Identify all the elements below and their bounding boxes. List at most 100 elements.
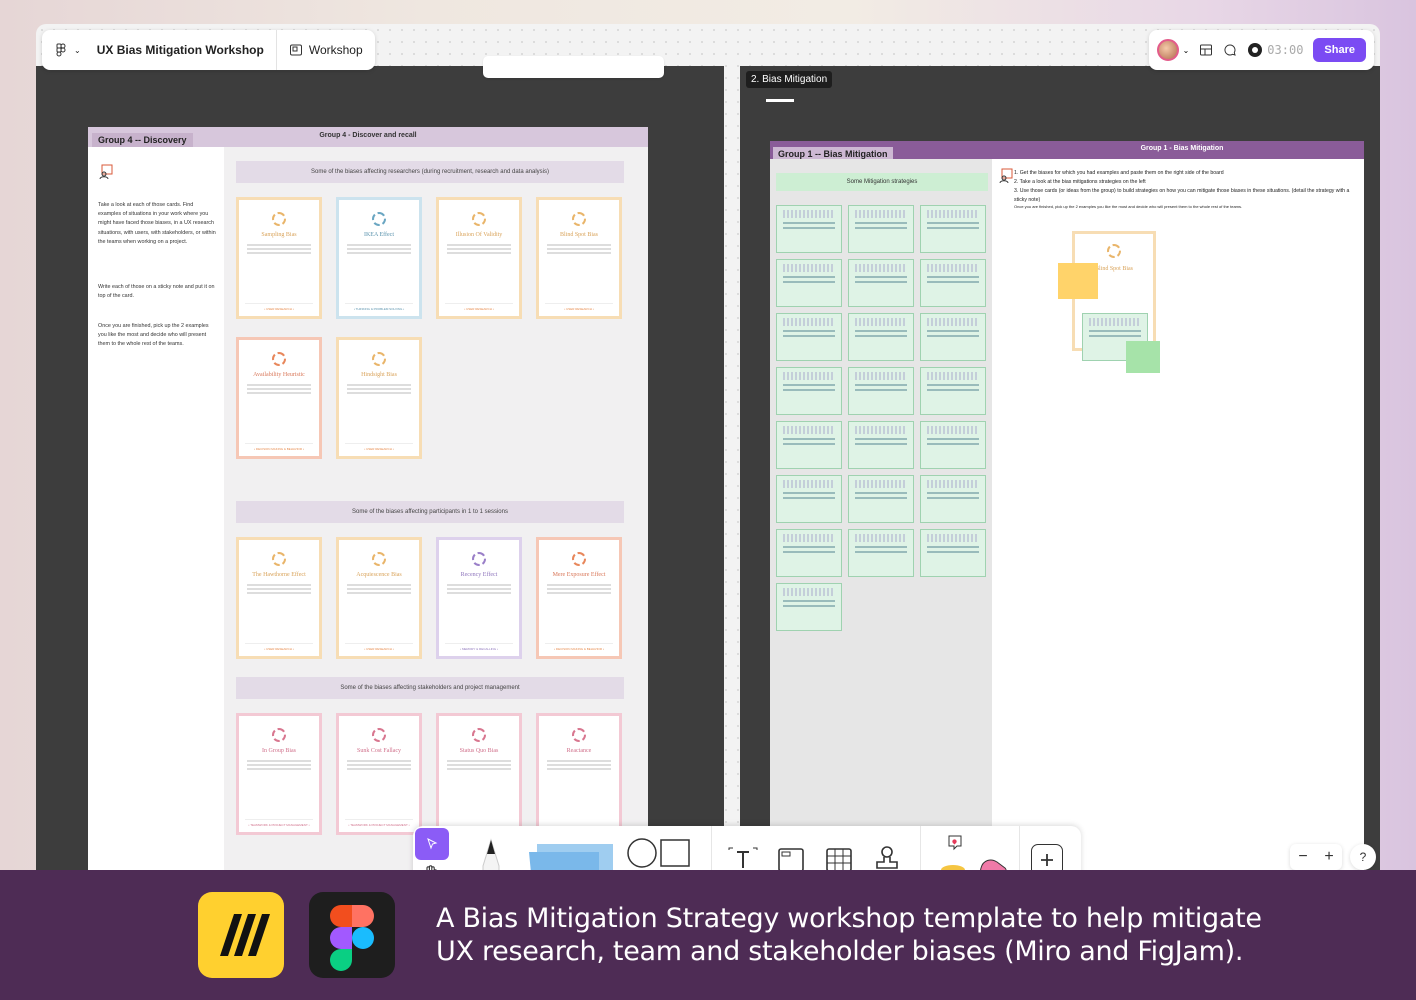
comment-icon[interactable] bbox=[1223, 43, 1237, 57]
select-tool[interactable] bbox=[415, 828, 449, 860]
strategy-card[interactable] bbox=[776, 313, 842, 361]
strategy-card[interactable] bbox=[848, 313, 914, 361]
strategy-card[interactable] bbox=[776, 475, 842, 523]
table-tool-icon[interactable] bbox=[825, 846, 853, 870]
strategy-card[interactable] bbox=[848, 421, 914, 469]
card-title: Sampling Bias bbox=[261, 232, 297, 238]
strategy-card[interactable] bbox=[776, 259, 842, 307]
bias-card[interactable]: Availability Heuristic • DECISION MAKING … bbox=[236, 337, 322, 459]
timer[interactable]: 03:00 bbox=[1247, 42, 1303, 58]
strategy-card[interactable] bbox=[776, 367, 842, 415]
sticky-note-tool-icon[interactable] bbox=[523, 838, 615, 870]
board-header: Group 1 -- Bias Mitigation Group 1 - Bia… bbox=[770, 141, 1364, 161]
strategies-panel: Some Mitigation strategies bbox=[770, 159, 992, 870]
strategy-card[interactable] bbox=[776, 205, 842, 253]
board-bias-mitigation[interactable]: Group 1 -- Bias Mitigation Group 1 - Bia… bbox=[770, 141, 1364, 870]
bias-icon bbox=[472, 552, 486, 566]
bias-icon bbox=[272, 728, 286, 742]
bias-card[interactable]: The Hawthorne Effect • USER RESEARCH • bbox=[236, 537, 322, 659]
frame-label[interactable]: 2. Bias Mitigation bbox=[746, 71, 833, 88]
collapsed-panel[interactable] bbox=[483, 56, 664, 78]
more-tools-button[interactable] bbox=[1031, 844, 1063, 870]
card-title: Sunk Cost Fallacy bbox=[356, 748, 401, 754]
card-title: Mere Exposure Effect bbox=[552, 572, 606, 578]
zoom-in-button[interactable]: + bbox=[1324, 848, 1333, 866]
card-title: Acquiescence Bias bbox=[356, 572, 402, 578]
instruction-step: 1. Get the biases for which you had exam… bbox=[1014, 170, 1224, 176]
strategy-card[interactable] bbox=[920, 529, 986, 577]
strategy-card[interactable] bbox=[920, 421, 986, 469]
help-button[interactable]: ? bbox=[1350, 844, 1376, 870]
file-toolbar: ⌄ UX Bias Mitigation Workshop Workshop bbox=[42, 30, 375, 70]
chevron-down-icon[interactable]: ⌄ bbox=[1183, 46, 1190, 55]
card-title: Availability Heuristic bbox=[253, 372, 305, 378]
bias-card[interactable]: Recency Effect • MEMORY & RECALLING • bbox=[436, 537, 522, 659]
chevron-down-icon: ⌄ bbox=[74, 45, 81, 55]
bias-card[interactable]: Sunk Cost Fallacy • TEAMWORK & PROJECT MA… bbox=[336, 713, 422, 835]
main-menu-button[interactable]: ⌄ bbox=[42, 30, 93, 70]
strategy-card[interactable] bbox=[920, 259, 986, 307]
strategy-card[interactable] bbox=[848, 259, 914, 307]
strategy-card[interactable] bbox=[776, 421, 842, 469]
bias-icon bbox=[272, 212, 286, 226]
workshop-mode-button[interactable]: Workshop bbox=[277, 30, 375, 70]
instruction-step: 3. Use those cards (or ideas from the gr… bbox=[1014, 187, 1350, 203]
avatar[interactable] bbox=[1156, 39, 1179, 61]
strategy-card[interactable] bbox=[776, 583, 842, 631]
strategy-card[interactable] bbox=[920, 205, 986, 253]
instruction-text: Write each of those on a sticky note and… bbox=[98, 284, 215, 300]
bias-icon bbox=[572, 212, 586, 226]
bias-card[interactable]: IKEA Effect • THINKING & PROBLEM SOLVING … bbox=[336, 197, 422, 319]
tagline-line: UX research, team and stakeholder biases… bbox=[436, 936, 1244, 967]
strategy-card[interactable] bbox=[848, 367, 914, 415]
sticky-note[interactable] bbox=[1126, 341, 1160, 373]
bias-card[interactable]: Hindsight Bias • USER RESEARCH • bbox=[336, 337, 422, 459]
text-tool-icon[interactable] bbox=[727, 846, 759, 870]
workshop-icon bbox=[289, 44, 302, 56]
stamp-tool-icon[interactable] bbox=[873, 844, 901, 870]
shapes-tool-icon[interactable] bbox=[625, 836, 695, 870]
bias-icon bbox=[372, 728, 386, 742]
strategy-card[interactable] bbox=[920, 475, 986, 523]
bias-icon bbox=[572, 552, 586, 566]
strategy-card[interactable] bbox=[848, 529, 914, 577]
layout-icon[interactable] bbox=[1199, 43, 1213, 57]
card-title: Status Quo Bias bbox=[459, 748, 499, 754]
bias-card[interactable]: Mere Exposure Effect • DECISION MAKING & … bbox=[536, 537, 622, 659]
bias-icon bbox=[1107, 244, 1121, 258]
board-discovery[interactable]: Group 4 -- Discovery Group 4 - Discover … bbox=[88, 127, 648, 870]
section-tool-icon[interactable] bbox=[777, 846, 805, 870]
bias-card[interactable]: Reactance bbox=[536, 713, 622, 835]
bias-icon bbox=[272, 552, 286, 566]
bias-card[interactable]: In Group Bias • TEAMWORK & PROJECT MANAGE… bbox=[236, 713, 322, 835]
timer-icon bbox=[1248, 43, 1263, 57]
strategy-card[interactable] bbox=[776, 529, 842, 577]
instruction-text: Once you are finished, pick up the 2 exa… bbox=[98, 323, 209, 348]
miro-logo bbox=[198, 892, 284, 978]
miro-icon bbox=[220, 914, 270, 956]
zoom-out-button[interactable]: − bbox=[1298, 848, 1307, 866]
share-button[interactable]: Share bbox=[1313, 38, 1366, 62]
card-title: Hindsight Bias bbox=[361, 372, 397, 378]
stickers-tool-icon[interactable] bbox=[937, 832, 971, 870]
strategy-card[interactable] bbox=[920, 367, 986, 415]
bias-card[interactable]: Acquiescence Bias • USER RESEARCH • bbox=[336, 537, 422, 659]
section-header: Some Mitigation strategies bbox=[776, 173, 988, 191]
bias-card[interactable]: Blind Spot Bias • USER RESEARCH • bbox=[536, 197, 622, 319]
marker-tool-icon[interactable] bbox=[471, 836, 511, 870]
strategy-card[interactable] bbox=[848, 205, 914, 253]
figjam-window: 2. Bias Mitigation ⌄ UX Bias Mitigation … bbox=[36, 24, 1380, 870]
bias-card[interactable]: Illusion Of Validity • USER RESEARCH • bbox=[436, 197, 522, 319]
sticky-note[interactable] bbox=[1058, 263, 1098, 299]
hands-widget-icon[interactable] bbox=[975, 848, 1015, 870]
sticky-person-icon bbox=[99, 164, 113, 179]
cards-area: Some of the biases affecting researchers… bbox=[224, 147, 648, 870]
file-name[interactable]: UX Bias Mitigation Workshop bbox=[93, 30, 276, 70]
instruction-note: Once you are finished, pick up the 2 exa… bbox=[1014, 204, 1243, 210]
board-header: Group 4 -- Discovery Group 4 - Discover … bbox=[88, 127, 648, 147]
bias-card[interactable]: Status Quo Bias bbox=[436, 713, 522, 835]
strategy-card[interactable] bbox=[920, 313, 986, 361]
board-title: Group 4 - Discover and recall bbox=[319, 132, 417, 139]
strategy-card[interactable] bbox=[848, 475, 914, 523]
bias-card[interactable]: Sampling Bias • USER RESEARCH • bbox=[236, 197, 322, 319]
